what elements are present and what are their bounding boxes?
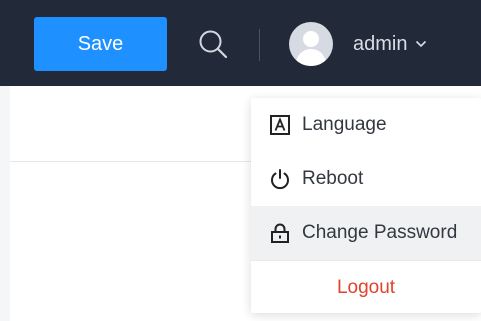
user-dropdown-menu: Language Reboot Change Password Logout xyxy=(251,98,481,313)
menu-item-change-password[interactable]: Change Password xyxy=(251,206,481,260)
menu-item-label: Reboot xyxy=(302,168,364,189)
save-button[interactable]: Save xyxy=(34,17,167,71)
menu-item-label: Language xyxy=(302,114,387,135)
menu-item-language[interactable]: Language xyxy=(251,98,481,152)
username-label: admin xyxy=(353,32,408,55)
toolbar-divider xyxy=(259,29,260,61)
language-icon xyxy=(270,115,290,135)
user-avatar-icon xyxy=(289,22,333,66)
top-bar: Save admin xyxy=(0,0,481,86)
lock-icon xyxy=(271,223,289,243)
search-icon[interactable] xyxy=(197,28,229,60)
power-icon xyxy=(271,169,289,190)
menu-item-label: Change Password xyxy=(302,222,458,243)
chevron-down-icon xyxy=(416,40,427,48)
menu-item-reboot[interactable]: Reboot xyxy=(251,152,481,206)
user-menu[interactable]: admin xyxy=(289,22,427,66)
logout-button[interactable]: Logout xyxy=(251,261,481,315)
logout-label: Logout xyxy=(336,277,396,298)
